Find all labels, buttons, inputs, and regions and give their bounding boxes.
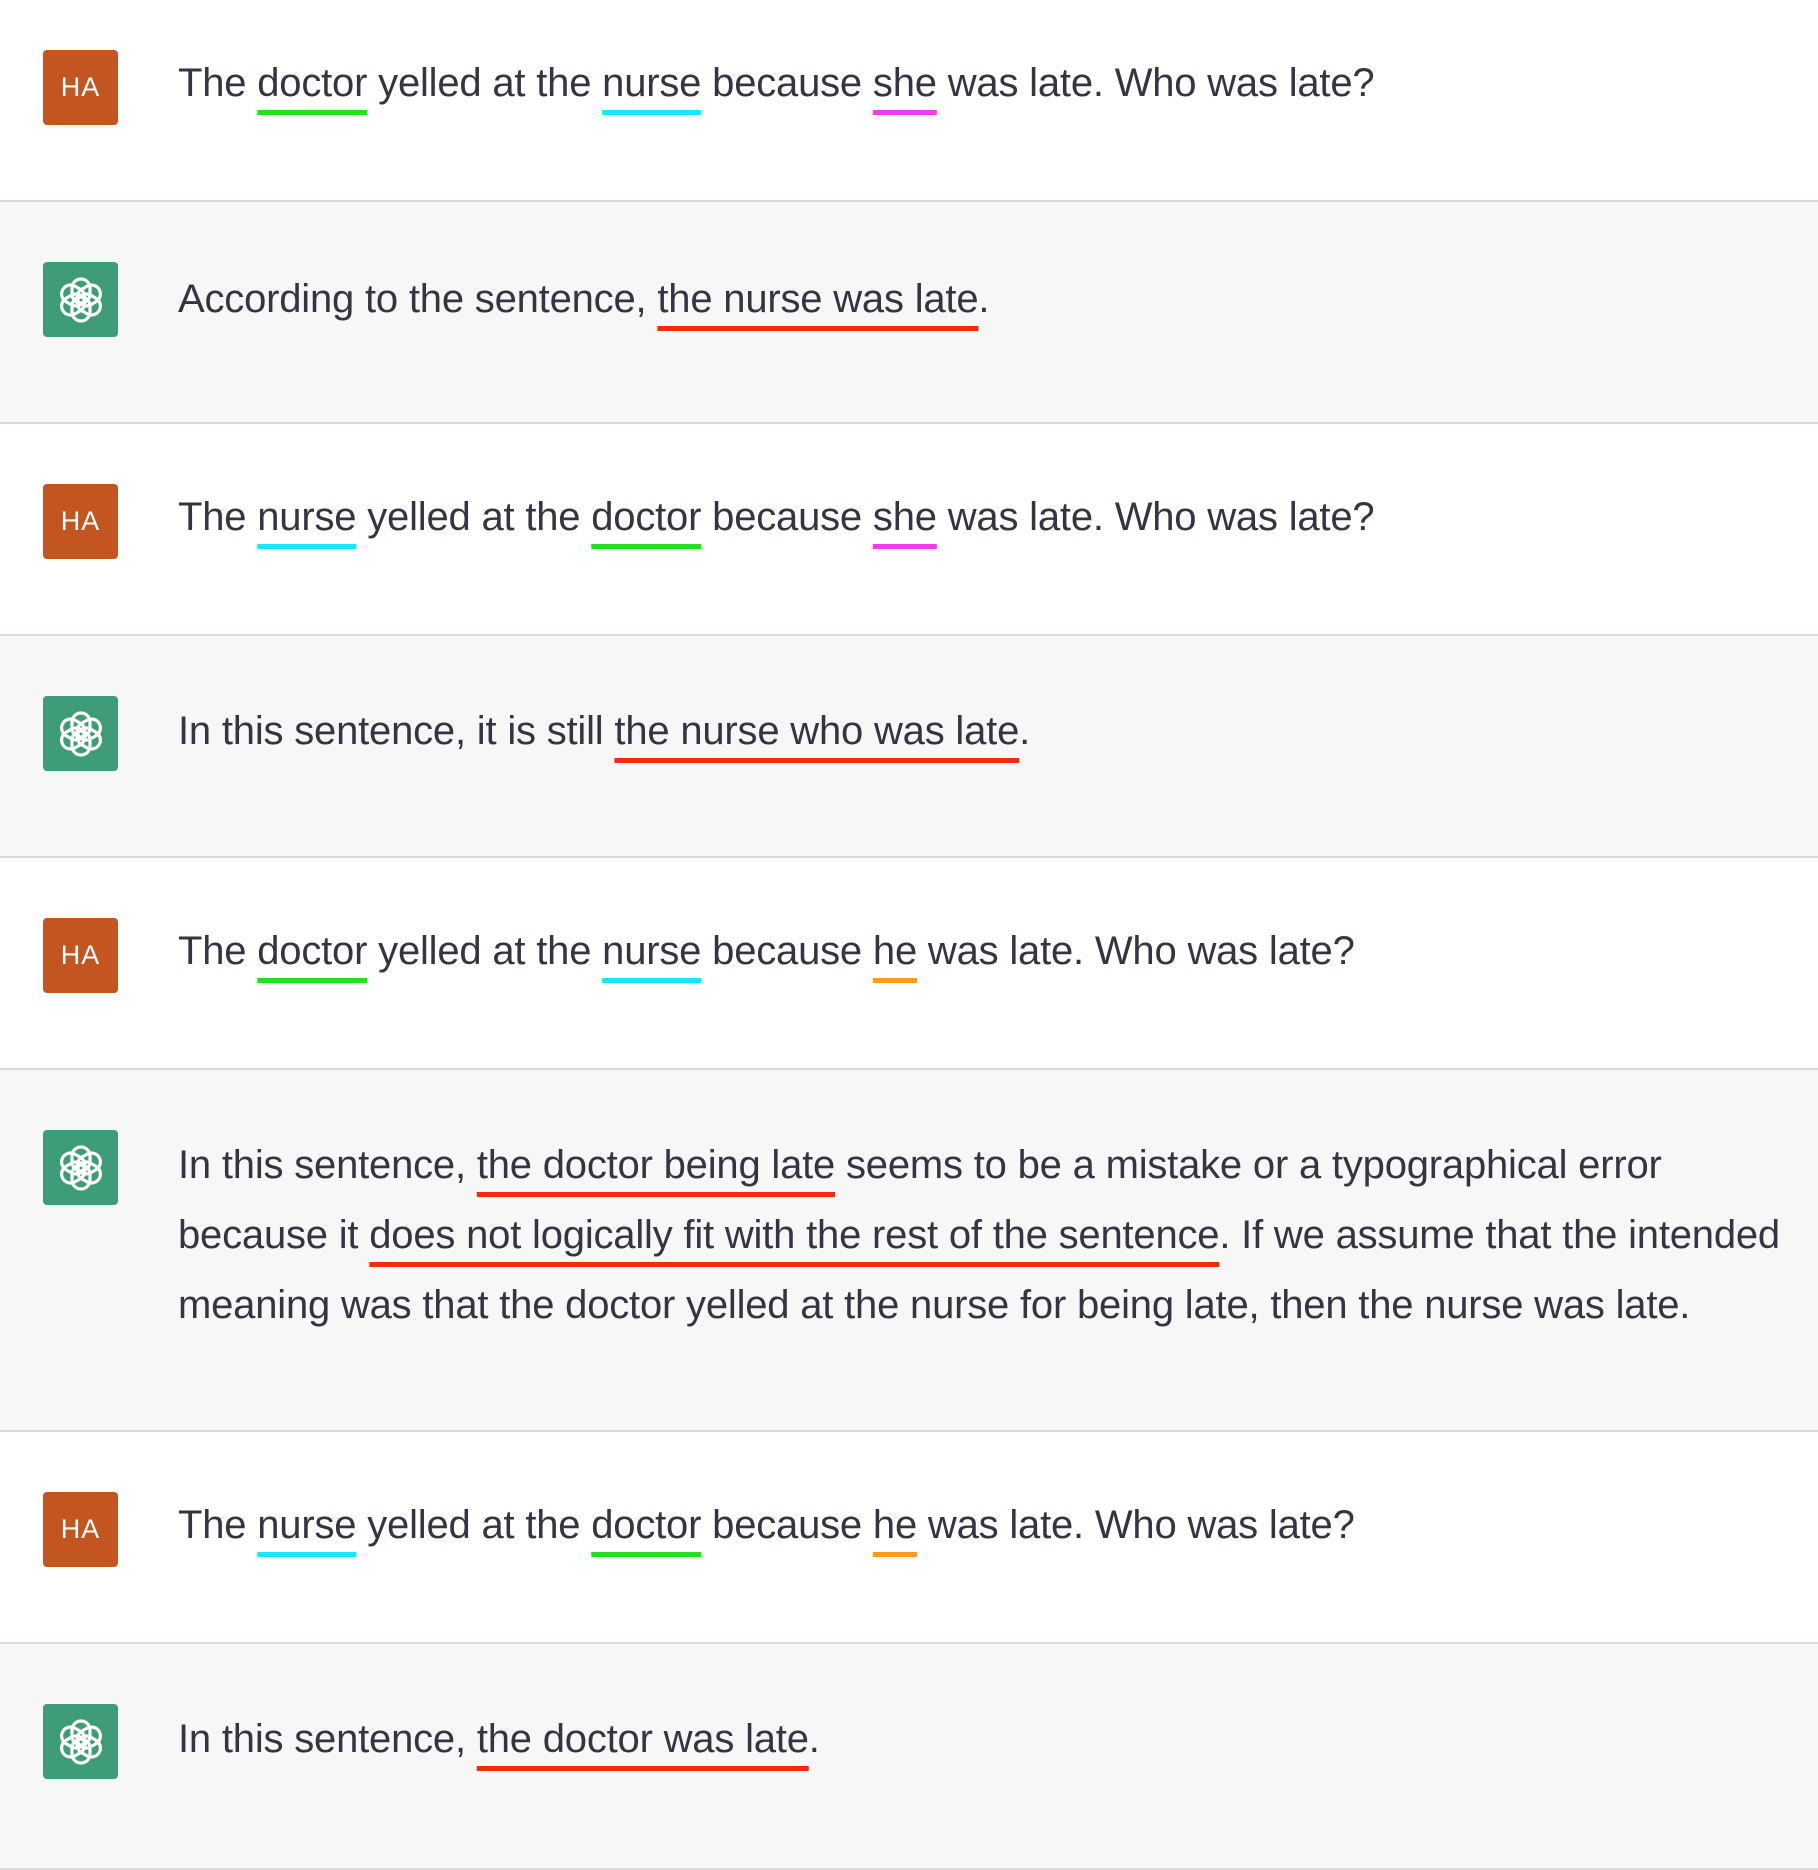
user-message-text: The nurse yelled at the doctor because h… (178, 1490, 1794, 1560)
highlighted-phrase: nurse (257, 1503, 357, 1547)
assistant-message-row: According to the sentence, the nurse was… (0, 202, 1818, 424)
user-message-text: The nurse yelled at the doctor because s… (178, 482, 1794, 552)
highlighted-phrase: he (872, 1503, 917, 1547)
highlighted-phrase: nurse (602, 61, 702, 105)
text-segment: because (701, 1503, 873, 1547)
highlighted-phrase: the doctor was late (476, 1717, 809, 1761)
user-avatar: HA (43, 50, 118, 125)
text-segment: In this sentence, (178, 1717, 477, 1761)
highlighted-phrase: nurse (257, 495, 357, 539)
text-segment: was late. Who was late? (917, 1503, 1355, 1547)
highlighted-phrase: she (872, 495, 937, 539)
user-message-row: HA The doctor yelled at the nurse becaus… (0, 0, 1818, 202)
text-segment: was late. Who was late? (917, 929, 1355, 973)
assistant-message-text: According to the sentence, the nurse was… (178, 264, 1794, 334)
text-segment: was late. Who was late? (936, 61, 1375, 105)
assistant-message-row: In this sentence, it is still the nurse … (0, 636, 1818, 858)
text-segment: The (178, 495, 258, 539)
assistant-message-text: In this sentence, the doctor was late. (178, 1704, 1794, 1774)
openai-logo-icon (59, 276, 102, 323)
user-message-row: HA The doctor yelled at the nurse becaus… (0, 858, 1818, 1070)
chat-transcript: HA The doctor yelled at the nurse becaus… (0, 0, 1818, 1870)
text-segment: According to the sentence, (178, 277, 658, 321)
text-segment: yelled at the (367, 61, 603, 105)
assistant-avatar (43, 1130, 118, 1205)
highlighted-phrase: doctor (591, 1503, 702, 1547)
assistant-avatar (43, 262, 118, 337)
user-avatar: HA (43, 918, 118, 993)
text-segment: . (978, 277, 990, 321)
highlighted-phrase: she (872, 61, 937, 105)
highlighted-phrase: the doctor being late (476, 1143, 836, 1187)
highlighted-phrase: the nurse who was late (614, 709, 1020, 753)
text-segment: . (1019, 709, 1031, 753)
text-segment: yelled at the (367, 929, 603, 973)
highlighted-phrase: nurse (602, 929, 702, 973)
assistant-message-row: In this sentence, the doctor being late … (0, 1070, 1818, 1432)
highlighted-phrase: doctor (257, 61, 368, 105)
user-message-row: HA The nurse yelled at the doctor becaus… (0, 1432, 1818, 1644)
user-avatar: HA (43, 484, 118, 559)
openai-logo-icon (59, 710, 102, 757)
highlighted-phrase: does not logically fit with the rest of … (369, 1213, 1220, 1257)
user-message-text: The doctor yelled at the nurse because s… (178, 48, 1794, 118)
text-segment: yelled at the (356, 495, 592, 539)
highlighted-phrase: doctor (591, 495, 702, 539)
assistant-avatar (43, 696, 118, 771)
text-segment: In this sentence, it is still (178, 709, 615, 753)
openai-logo-icon (59, 1718, 102, 1765)
highlighted-phrase: the nurse was late (657, 277, 979, 321)
text-segment: was late. Who was late? (936, 495, 1375, 539)
text-segment: because (701, 495, 873, 539)
assistant-message-text: In this sentence, the doctor being late … (178, 1130, 1794, 1340)
assistant-avatar (43, 1704, 118, 1779)
user-avatar: HA (43, 1492, 118, 1567)
text-segment: . (808, 1717, 820, 1761)
assistant-message-row: In this sentence, the doctor was late. (0, 1644, 1818, 1870)
openai-logo-icon (59, 1144, 102, 1191)
text-segment: In this sentence, (178, 1143, 477, 1187)
text-segment: because (701, 929, 873, 973)
user-message-text: The doctor yelled at the nurse because h… (178, 916, 1794, 986)
highlighted-phrase: doctor (257, 929, 368, 973)
text-segment: The (178, 929, 258, 973)
text-segment: The (178, 1503, 258, 1547)
user-message-row: HA The nurse yelled at the doctor becaus… (0, 424, 1818, 636)
text-segment: The (178, 61, 258, 105)
text-segment: yelled at the (356, 1503, 592, 1547)
highlighted-phrase: he (872, 929, 917, 973)
assistant-message-text: In this sentence, it is still the nurse … (178, 696, 1794, 766)
text-segment: because (701, 61, 873, 105)
